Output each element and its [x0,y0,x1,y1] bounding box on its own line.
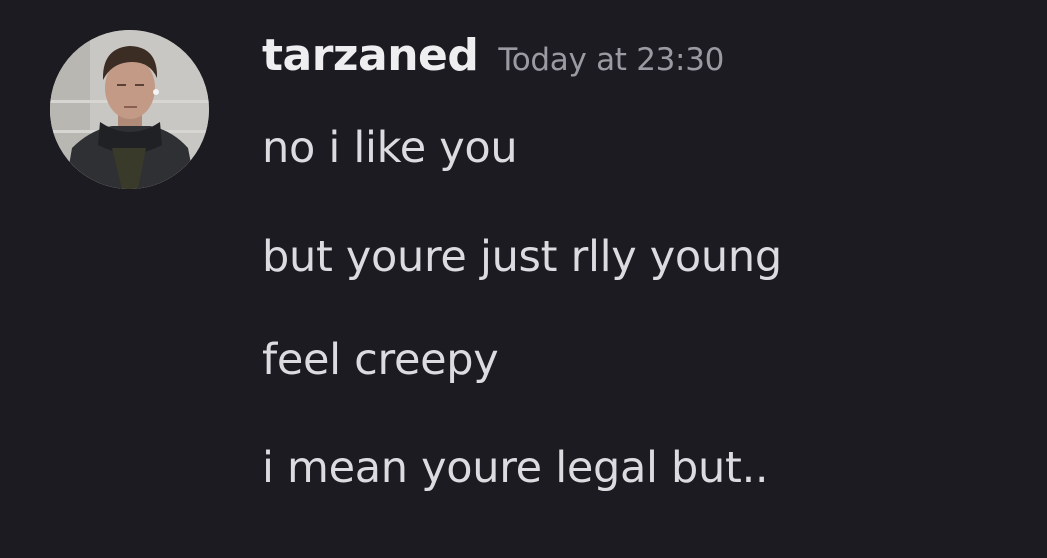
chat-message: tarzaned Today at 23:30 no i like you bu… [0,0,1047,558]
message-line: but youre just rlly young [262,232,782,282]
message-header: tarzaned Today at 23:30 [262,30,724,90]
avatar[interactable] [50,30,209,189]
message-line: feel creepy [262,335,499,385]
message-line: no i like you [262,123,518,173]
user-avatar-icon [50,30,209,189]
timestamp: Today at 23:30 [498,42,725,78]
message-line: i mean youre legal but.. [262,443,769,493]
username[interactable]: tarzaned [262,30,479,81]
